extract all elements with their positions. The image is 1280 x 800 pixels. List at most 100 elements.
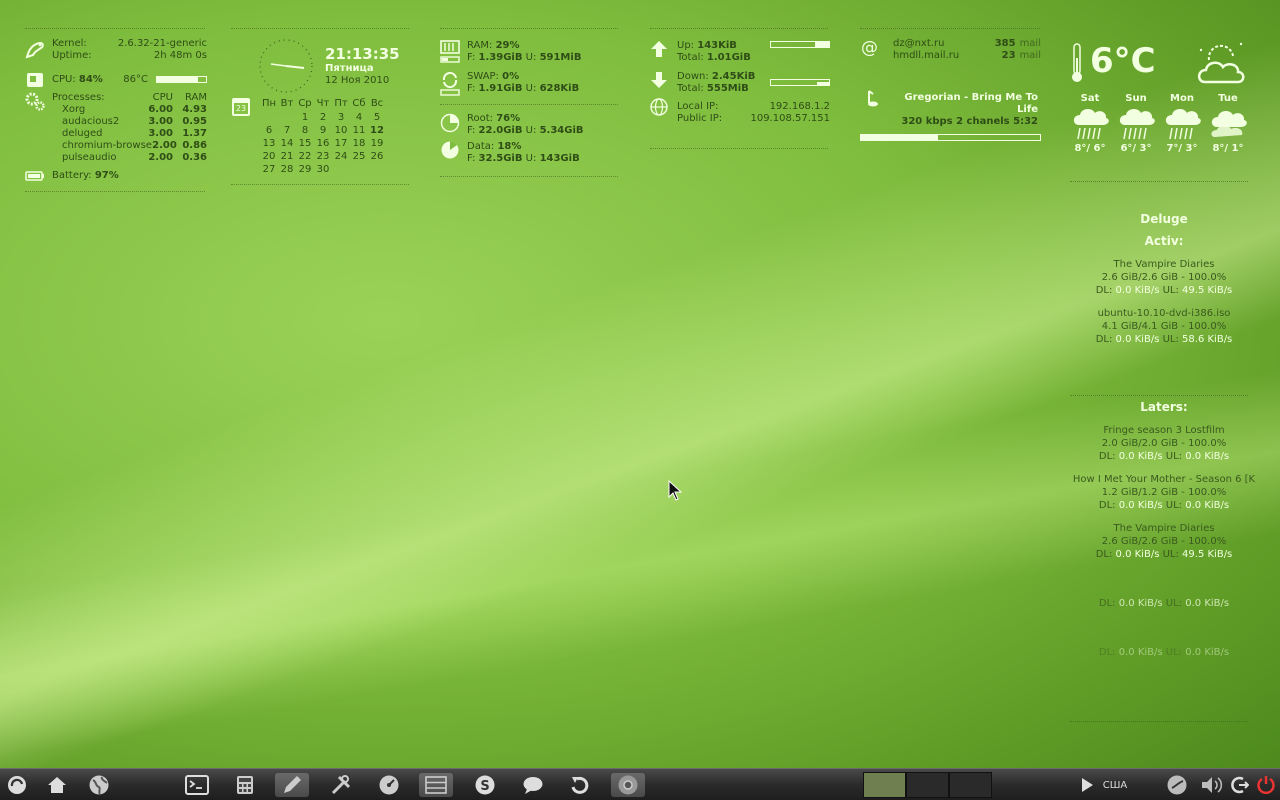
root-block: Root: 76% F: 22.0GiB U: 5.34GiB [467,113,584,137]
calendar-day[interactable]: 19 [368,138,386,150]
play-button[interactable] [1072,773,1102,797]
track-progress[interactable] [860,134,1041,141]
calendar-day[interactable]: 26 [368,151,386,163]
chromium-button[interactable] [611,773,645,797]
calendar-day[interactable]: 10 [332,125,350,137]
processes-label: Processes: [52,92,105,103]
browser-globe-button[interactable] [82,773,116,797]
now-playing[interactable]: Gregorian - Bring Me To Life 320 kbps 2 … [893,92,1038,128]
app-menu-button[interactable] [0,773,34,797]
mail-count: 23 [1001,50,1016,61]
calculator-button[interactable] [228,773,262,797]
ul-label: UL: [1162,549,1179,560]
ram-free-label: F: [467,52,476,63]
torrent-item[interactable]: The Vampire Diaries 2.6 GiB/2.6 GiB - 100… [1064,258,1264,297]
music-note-icon [868,90,878,107]
process-cpu: 2.00 [148,152,173,163]
power-icon [1257,776,1275,794]
calendar-day[interactable]: 12 [368,125,386,137]
terminal-button[interactable] [180,773,214,797]
dl-speed: 0.0 KiB/s [1118,451,1163,462]
graphics-editor-button[interactable] [275,773,309,797]
swap-free-label: F: [467,83,476,94]
calendar-day[interactable]: 15 [296,138,314,150]
process-name: audacious2 [62,116,120,127]
workspace-2[interactable] [906,772,949,798]
tools-button[interactable] [324,773,358,797]
calendar-day[interactable]: 5 [368,112,386,124]
calendar-day[interactable]: 13 [260,138,278,150]
calendar-day[interactable]: 14 [278,138,296,150]
calendar-weekday: Вс [370,98,384,109]
power-button[interactable] [1252,773,1280,797]
calendar-day[interactable] [278,112,296,124]
ram-label: RAM: [467,40,493,51]
keyboard-layout-indicator[interactable]: США [1100,773,1130,797]
calendar-day[interactable]: 27 [260,164,278,176]
cpu-bar [156,76,207,83]
torrent-name [1064,571,1264,584]
calendar-day[interactable]: 24 [332,151,350,163]
calendar-day[interactable]: 18 [350,138,368,150]
calendar-day[interactable]: 9 [314,125,332,137]
data-free-label: F: [467,153,476,164]
calendar-day[interactable]: 20 [260,151,278,163]
calendar-day[interactable]: 28 [278,164,296,176]
chat-button[interactable] [516,773,550,797]
ul-speed: 58.6 KiB/s [1182,334,1233,345]
calendar-day[interactable]: 22 [296,151,314,163]
mail-account-row[interactable]: dz@nxt.ru 385 mail [893,38,1041,50]
session-switch-button[interactable] [1226,773,1252,797]
calendar-weekday: Пн [261,98,277,109]
torrent-speed: DL: 0.0 KiB/s UL: 0.0 KiB/s [1064,597,1264,610]
up-total: 1.01GiB [706,52,751,63]
calendar-day[interactable]: 2 [314,112,332,124]
torrent-item[interactable]: DL: 0.0 KiB/s UL: 0.0 KiB/s [1064,620,1264,659]
calendar-day[interactable]: 11 [350,125,368,137]
dl-speed: 0.0 KiB/s [1118,598,1163,609]
update-button[interactable] [563,773,597,797]
calendar-weekday: Сб [352,98,366,109]
mail-count: 385 [994,38,1016,49]
calendar-day[interactable] [260,112,278,124]
play-icon [1082,778,1093,792]
mail-account-row[interactable]: hmdll.mail.ru 23 mail [893,50,1041,62]
calendar-day[interactable]: 29 [296,164,314,176]
calendar-weekday: Ср [298,98,312,109]
torrent-size: 4.1 GiB/4.1 GiB - 100.0% [1101,321,1227,332]
ul-speed: 49.5 KiB/s [1182,549,1233,560]
torrent-item[interactable]: How I Met Your Mother - Season 6 [K 1.2 G… [1064,473,1264,512]
calendar-day[interactable]: 30 [314,164,332,176]
calendar-day[interactable]: 3 [332,112,350,124]
workspace-1[interactable] [863,772,906,798]
file-manager-button[interactable] [419,773,453,797]
home-button[interactable] [40,773,74,797]
menu-swirl-icon [8,775,28,794]
root-disk-pie-icon [440,113,460,133]
volume-button[interactable] [1195,773,1229,797]
calendar-day[interactable]: 8 [296,125,314,137]
torrent-item[interactable]: DL: 0.0 KiB/s UL: 0.0 KiB/s [1064,571,1264,610]
forecast-temps: 8°/ 6° [1074,143,1106,154]
torrent-size [1064,584,1264,597]
calendar-day[interactable]: 7 [278,125,296,137]
calendar-day[interactable]: 17 [332,138,350,150]
ram-value: 29% [495,40,520,51]
deluge-title: Deluge [1140,212,1188,226]
calendar-day[interactable]: 4 [350,112,368,124]
calendar-day[interactable]: 23 [314,151,332,163]
calendar-day[interactable]: 21 [278,151,296,163]
torrent-item[interactable]: Fringe season 3 Lostfilm 2.0 GiB/2.0 GiB … [1064,424,1264,463]
workspace-3[interactable] [949,772,992,798]
skype-button[interactable]: S [468,773,502,797]
torrent-item[interactable]: The Vampire Diaries 2.6 GiB/2.6 GiB - 100… [1064,522,1264,561]
network-manager-button[interactable] [1160,773,1194,797]
calendar-day[interactable]: 16 [314,138,332,150]
calendar-day[interactable]: 25 [350,151,368,163]
down-total: 555MiB [706,83,749,94]
torrent-item[interactable]: ubuntu-10.10-dvd-i386.iso 4.1 GiB/4.1 GiB… [1064,307,1264,346]
calendar-day[interactable]: 6 [260,125,278,137]
pen-icon [284,776,301,793]
speedometer-button[interactable] [372,773,406,797]
calendar-day[interactable]: 1 [296,112,314,124]
